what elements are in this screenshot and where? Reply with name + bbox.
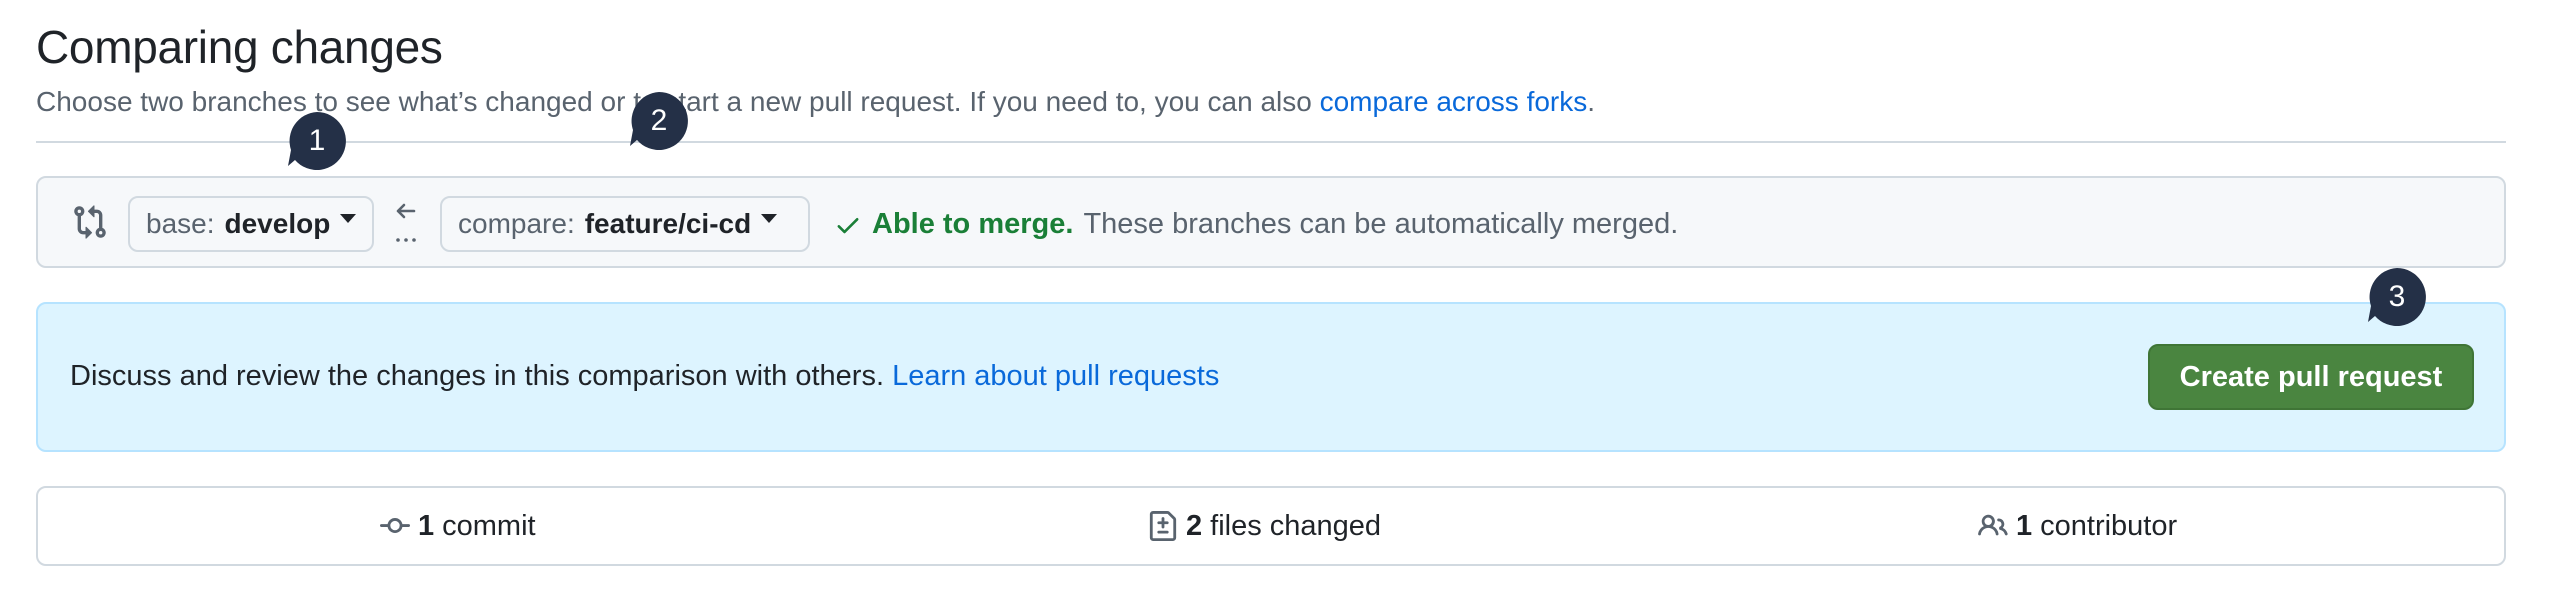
compare-bar: base: develop compare: feature/ci-cd Abl… [36, 176, 2506, 268]
annotation-number: 1 [308, 124, 326, 157]
annotation-bubble-3: 3 [2368, 268, 2426, 326]
arrow-left-icon [396, 203, 416, 242]
chevron-down-icon [340, 213, 357, 223]
people-icon [1978, 514, 2008, 536]
compare-branch-value: feature/ci-cd [584, 208, 752, 239]
annotation-number: 3 [2388, 280, 2406, 313]
files-label: files changed [1210, 509, 1382, 542]
commits-label: commit [442, 509, 536, 542]
check-icon [837, 217, 859, 233]
annotation-bubble-2: 2 [630, 92, 688, 150]
commits-count: 1 [418, 509, 435, 542]
contributors-count: 1 [2016, 509, 2033, 542]
contributors-label: contributor [2040, 509, 2178, 542]
comparison-stats: 1 commit 2 files changed 1 contributor [36, 486, 2506, 566]
merge-description: These branches can be automatically merg… [1083, 208, 1679, 240]
merge-status: Able to merge. These branches can be aut… [834, 208, 1678, 241]
compare-across-forks-link[interactable]: compare across forks [1320, 86, 1588, 117]
merge-ok-label: Able to merge. [872, 208, 1074, 240]
create-pull-request-button[interactable]: Create pull request [2148, 344, 2474, 410]
annotation-number: 2 [650, 104, 668, 137]
compare-branch-prefix: compare: [458, 208, 575, 239]
files-count: 2 [1186, 509, 1203, 542]
discuss-banner: Discuss and review the changes in this c… [36, 302, 2506, 452]
files-changed-tab[interactable]: 2 files changed [1148, 488, 1381, 564]
subtitle-end: . [1587, 86, 1596, 117]
compare-branch-button[interactable]: compare: feature/ci-cd [440, 196, 810, 252]
base-branch-button[interactable]: base: develop [128, 196, 374, 252]
git-commit-icon [380, 518, 410, 534]
page-subtitle: Choose two branches to see what’s change… [36, 86, 1595, 118]
learn-pull-requests-link[interactable]: Learn about pull requests [892, 360, 1219, 392]
base-branch-value: develop [224, 208, 331, 239]
header-divider [36, 141, 2506, 143]
git-compare-icon [74, 205, 106, 239]
page-title: Comparing changes [36, 21, 443, 73]
chevron-down-icon [761, 213, 778, 223]
discuss-text-line: Discuss and review the changes in this c… [70, 360, 1219, 393]
contributors-tab[interactable]: 1 contributor [1978, 488, 2177, 564]
commits-tab[interactable]: 1 commit [380, 488, 536, 564]
file-diff-icon [1149, 511, 1177, 541]
discuss-text: Discuss and review the changes in this c… [70, 360, 893, 392]
base-branch-prefix: base: [146, 208, 215, 239]
annotation-bubble-1: 1 [288, 112, 346, 170]
